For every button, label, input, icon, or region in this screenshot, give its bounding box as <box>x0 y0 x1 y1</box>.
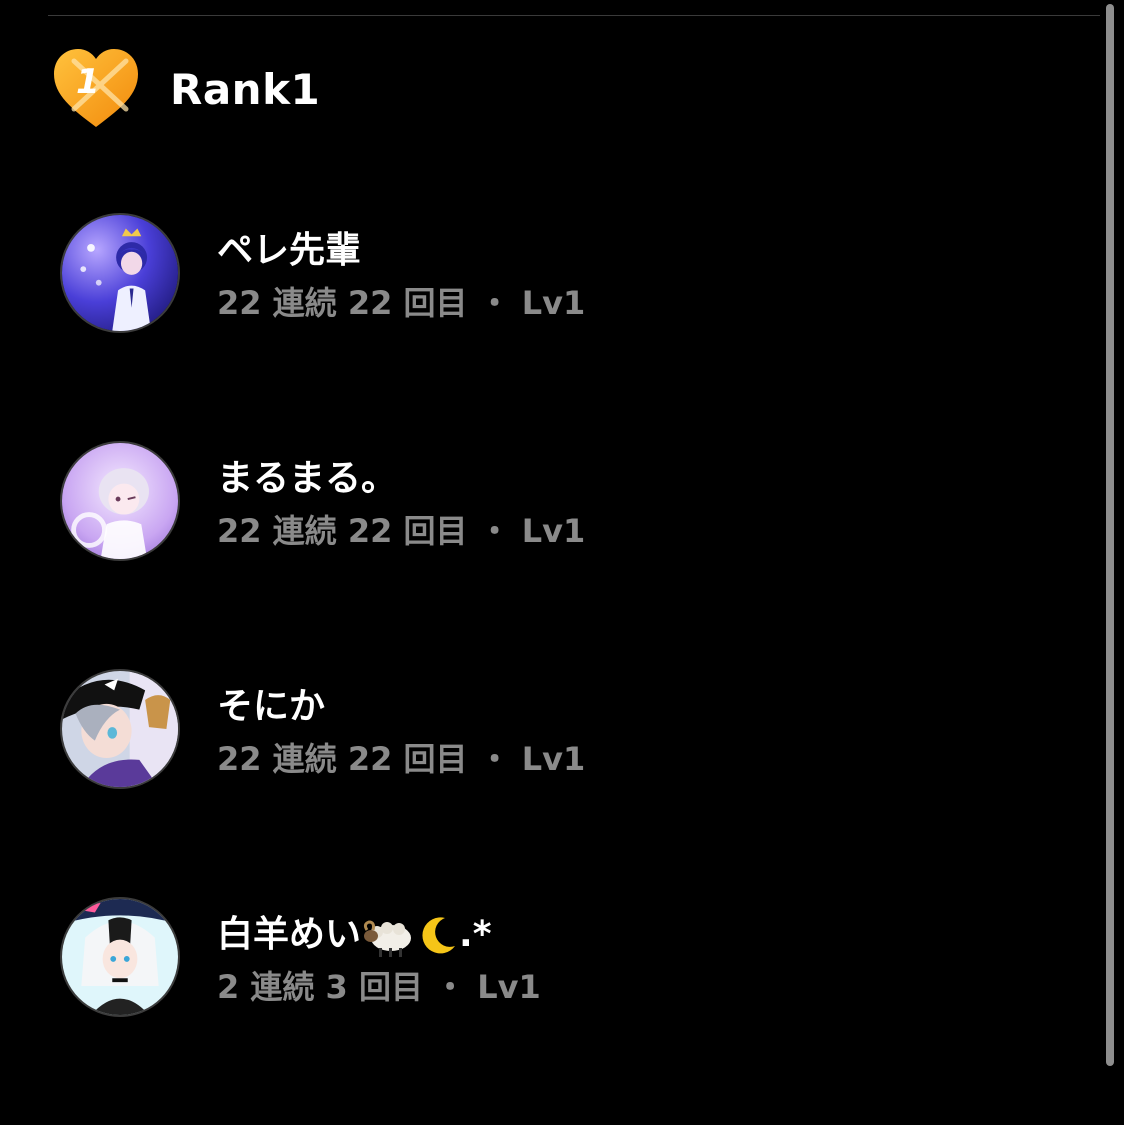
rank-badge-digit: 1 <box>76 62 100 102</box>
user-stats: 22 連続 22 回目 ・ Lv1 <box>217 512 586 550</box>
list-item[interactable]: 白羊めい .* 2 連続 3 回目 ・ Lv1 <box>60 897 1060 1125</box>
list-item[interactable]: そにか 22 連続 22 回目 ・ Lv1 <box>60 669 1060 897</box>
rank-title: Rank1 <box>170 64 321 114</box>
user-stats: 22 連続 22 回目 ・ Lv1 <box>217 740 586 778</box>
user-name: まるまる。 <box>217 458 398 499</box>
rank-header: 1 Rank1 <box>52 46 320 132</box>
rank-heart-badge-icon: 1 <box>54 49 138 127</box>
user-name: そにか <box>217 686 326 727</box>
user-stats: 22 連続 22 回目 ・ Lv1 <box>217 284 586 322</box>
avatar[interactable] <box>60 441 180 561</box>
top-divider <box>48 15 1100 16</box>
list-item[interactable]: まるまる。 22 連続 22 回目 ・ Lv1 <box>60 441 1060 669</box>
scrollbar[interactable] <box>1106 4 1114 1066</box>
user-list: ペレ先輩 22 連続 22 回目 ・ Lv1 まるまる。 22 連続 22 回目… <box>60 213 1060 1125</box>
crescent-moon-icon <box>422 917 456 954</box>
user-stats: 2 連続 3 回目 ・ Lv1 <box>217 968 541 1006</box>
user-name: 白羊めい .* <box>217 913 492 958</box>
list-item[interactable]: ペレ先輩 22 連続 22 回目 ・ Lv1 <box>60 213 1060 441</box>
ram-icon <box>363 920 412 957</box>
user-name: ペレ先輩 <box>217 230 362 271</box>
avatar[interactable] <box>60 897 180 1017</box>
avatar[interactable] <box>60 213 180 333</box>
avatar[interactable] <box>60 669 180 789</box>
